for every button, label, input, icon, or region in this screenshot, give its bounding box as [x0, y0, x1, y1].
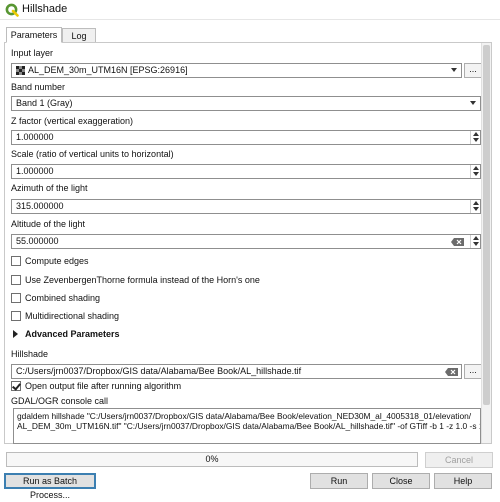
band-number-combo[interactable]: Band 1 (Gray): [11, 96, 481, 111]
run-as-batch-button[interactable]: Run as Batch Process...: [4, 473, 96, 500]
input-layer-label: Input layer: [11, 48, 54, 58]
input-layer-value: AL_DEM_30m_UTM16N [EPSG:26916]: [28, 65, 188, 75]
zevenbergen-checkbox[interactable]: [11, 275, 21, 285]
hillshade-browse-button[interactable]: ...: [464, 364, 482, 379]
hillshade-label: Hillshade: [11, 349, 49, 359]
scale-value: 1.000000: [16, 166, 54, 176]
console-line: gdaldem hillshade "C:/Users/jrn0037/Drop…: [17, 411, 472, 421]
z-factor-label: Z factor (vertical exaggeration): [11, 116, 134, 126]
raster-layer-icon: [16, 66, 25, 75]
qgis-logo-icon: [5, 3, 19, 17]
tab-log[interactable]: Log: [62, 28, 96, 43]
scale-label: Scale (ratio of vertical units to horizo…: [11, 149, 174, 159]
help-button[interactable]: Help: [434, 473, 492, 489]
zevenbergen-label: Use ZevenbergenThorne formula instead of…: [25, 275, 260, 285]
azimuth-spinbox[interactable]: 315.000000: [11, 199, 481, 214]
scrollbar-thumb[interactable]: [483, 45, 490, 405]
z-factor-spinbox[interactable]: 1.000000: [11, 130, 481, 145]
tab-parameters[interactable]: Parameters: [6, 27, 62, 43]
band-number-value: Band 1 (Gray): [16, 98, 73, 108]
console-call-label: GDAL/OGR console call: [11, 396, 109, 406]
azimuth-value: 315.000000: [16, 201, 64, 211]
open-output-checkbox[interactable]: [11, 381, 21, 391]
clear-field-icon[interactable]: [445, 368, 458, 376]
multidirectional-checkbox[interactable]: [11, 311, 21, 321]
spin-arrows-icon[interactable]: [470, 131, 480, 144]
input-layer-combo[interactable]: AL_DEM_30m_UTM16N [EPSG:26916]: [11, 63, 462, 78]
console-line: AL_DEM_30m_UTM16N.tif" "C:/Users/jrn0037…: [17, 421, 481, 431]
hillshade-output-field[interactable]: C:/Users/jrn0037/Dropbox/GIS data/Alabam…: [11, 364, 462, 379]
window-title: Hillshade: [22, 3, 68, 15]
cancel-button[interactable]: Cancel: [425, 452, 493, 468]
multidirectional-label: Multidirectional shading: [25, 311, 120, 321]
hillshade-output-value: C:/Users/jrn0037/Dropbox/GIS data/Alabam…: [16, 366, 302, 376]
open-output-label: Open output file after running algorithm: [25, 381, 182, 391]
clear-field-icon[interactable]: [451, 238, 464, 246]
input-layer-browse-button[interactable]: ...: [464, 63, 482, 78]
chevron-right-icon[interactable]: [13, 330, 18, 338]
spin-arrows-icon[interactable]: [470, 165, 480, 178]
band-number-label: Band number: [11, 82, 66, 92]
spin-arrows-icon[interactable]: [470, 200, 480, 213]
advanced-parameters-toggle[interactable]: Advanced Parameters: [25, 329, 120, 339]
title-bar: Hillshade: [0, 0, 500, 20]
compute-edges-label: Compute edges: [25, 256, 89, 266]
altitude-spinbox[interactable]: 55.000000: [11, 234, 481, 249]
azimuth-label: Azimuth of the light: [11, 183, 88, 193]
chevron-down-icon: [470, 101, 476, 105]
compute-edges-checkbox[interactable]: [11, 256, 21, 266]
combined-shading-label: Combined shading: [25, 293, 101, 303]
combined-shading-checkbox[interactable]: [11, 293, 21, 303]
z-factor-value: 1.000000: [16, 132, 54, 142]
close-button[interactable]: Close: [372, 473, 430, 489]
progress-bar: 0%: [6, 452, 418, 467]
spin-arrows-icon[interactable]: [470, 235, 480, 248]
parameters-panel: Input layer AL_DEM_30m_UTM16N [EPSG:2691…: [4, 42, 492, 444]
scale-spinbox[interactable]: 1.000000: [11, 164, 481, 179]
progress-text: 0%: [205, 454, 219, 464]
console-call-textarea[interactable]: gdaldem hillshade "C:/Users/jrn0037/Drop…: [13, 408, 481, 444]
run-button[interactable]: Run: [310, 473, 368, 489]
chevron-down-icon: [451, 68, 457, 72]
altitude-value: 55.000000: [16, 236, 59, 246]
altitude-label: Altitude of the light: [11, 219, 86, 229]
vertical-scrollbar[interactable]: [481, 43, 491, 443]
